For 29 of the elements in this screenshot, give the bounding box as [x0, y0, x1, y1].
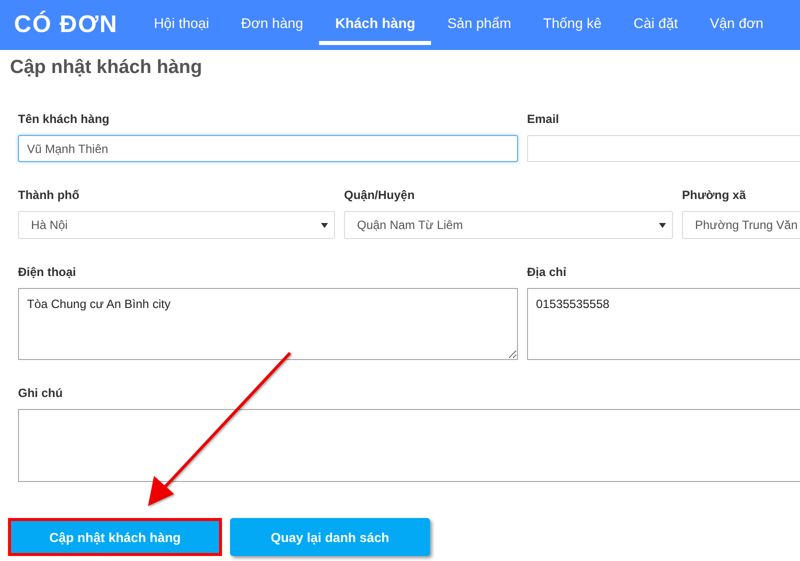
nav-tab[interactable]: Khách hàng: [319, 0, 432, 45]
text-area[interactable]: Tòa Chung cư An Bình city: [18, 288, 518, 360]
dropdown[interactable]: Phường Trung Văn: [682, 211, 800, 239]
logo: CÓ ĐƠN: [13, 10, 119, 40]
text-field[interactable]: [527, 135, 800, 162]
field-label: Điện thoại: [18, 265, 78, 279]
field-label: Ghi chú: [18, 386, 64, 400]
nav-tab[interactable]: Thống kê: [527, 0, 618, 45]
dropdown[interactable]: Hà Nội: [18, 211, 335, 239]
text-field[interactable]: Vũ Mạnh Thiên: [18, 135, 518, 162]
caret-icon: [659, 222, 666, 228]
field-label: Tên khách hàng: [18, 112, 110, 126]
update-button[interactable]: Cập nhật khách hàng: [8, 518, 222, 556]
text-area[interactable]: 01535535558: [527, 288, 800, 360]
nav-tab[interactable]: Vận đơn: [694, 0, 780, 45]
nav-tab[interactable]: Hội thoại: [138, 0, 226, 45]
text-area[interactable]: [18, 409, 800, 482]
page-title: Cập nhật khách hàng: [9, 56, 204, 79]
dropdown[interactable]: Quận Nam Từ Liêm: [344, 211, 673, 239]
field-label: Thành phố: [18, 188, 80, 202]
field-label: Email: [527, 112, 560, 126]
nav-tab[interactable]: Cài đặt: [618, 0, 694, 45]
field-label: Địa chỉ: [527, 265, 568, 279]
nav-tab[interactable]: Đơn hàng: [225, 0, 320, 45]
field-label: Phường xã: [682, 188, 747, 202]
field-label: Quận/Huyện: [344, 188, 416, 202]
back-button[interactable]: Quay lại danh sách: [230, 518, 430, 556]
caret-icon: [321, 222, 328, 228]
nav-tab[interactable]: Sản phẩm: [431, 0, 528, 45]
